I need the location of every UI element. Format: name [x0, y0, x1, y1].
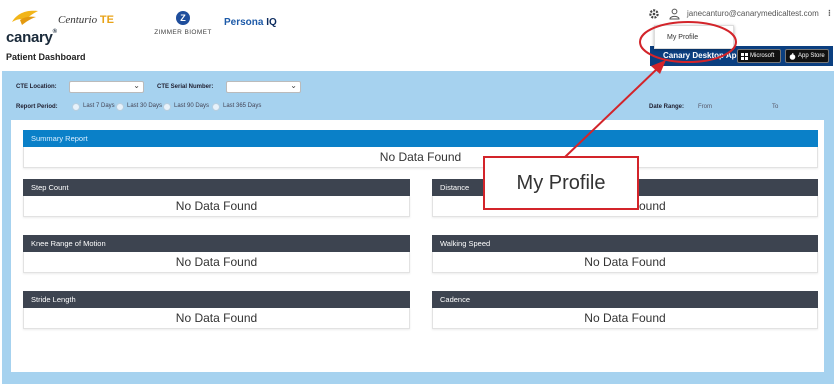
canary-bird-icon: [12, 10, 38, 25]
cadence-body: No Data Found: [432, 308, 818, 329]
summary-report-header: Summary Report: [23, 130, 818, 147]
radio-circle: [72, 103, 80, 111]
stride-length-body: No Data Found: [23, 308, 410, 329]
date-range-label: Date Range:: [649, 104, 685, 110]
zimmer-biomet-logo: Z ZIMMER BIOMET: [154, 11, 212, 36]
summary-report-body: No Data Found: [23, 147, 818, 168]
zimmer-mark-icon: Z: [176, 11, 190, 25]
stride-length-header: Stride Length: [23, 291, 410, 308]
gear-icon[interactable]: [648, 8, 660, 20]
chevron-down-icon: ⌄: [133, 81, 140, 90]
persona-iq-logo: Persona IQ: [224, 17, 277, 28]
microsoft-store-button[interactable]: Microsoft: [737, 49, 781, 63]
report-period-label: Report Period:: [16, 104, 58, 110]
chevron-down-icon: ⌄: [290, 81, 297, 90]
step-count-header: Step Count: [23, 179, 410, 196]
walking-speed-header: Walking Speed: [432, 235, 818, 252]
menu-item-my-profile[interactable]: My Profile: [667, 34, 698, 41]
radio-last-30-days[interactable]: Last 30 Days: [116, 103, 162, 111]
my-profile-callout: My Profile: [483, 156, 639, 210]
date-from-input[interactable]: From: [698, 104, 712, 110]
radio-last-365-days[interactable]: Last 365 Days: [212, 103, 261, 111]
cte-location-select[interactable]: ⌄: [69, 81, 144, 93]
page-title: Patient Dashboard: [6, 52, 86, 62]
centurio-logo: Centurio TE: [58, 14, 114, 26]
cte-location-label: CTE Location:: [16, 84, 57, 90]
date-to-input[interactable]: To: [772, 104, 778, 110]
radio-circle: [163, 103, 171, 111]
cadence-header: Cadence: [432, 291, 818, 308]
radio-last-7-days[interactable]: Last 7 Days: [72, 103, 115, 111]
user-email-link[interactable]: janecanturo@canarymedicaltest.com: [687, 9, 819, 18]
app-header: canary® Centurio TE Z ZIMMER BIOMET Pers…: [0, 0, 836, 70]
apple-icon: [789, 53, 796, 60]
step-count-body: No Data Found: [23, 196, 410, 217]
cte-serial-label: CTE Serial Number:: [157, 84, 214, 90]
radio-last-90-days[interactable]: Last 90 Days: [163, 103, 209, 111]
user-icon[interactable]: [669, 8, 680, 20]
canary-logo[interactable]: canary®: [6, 8, 57, 48]
more-options-icon[interactable]: ⁝: [828, 8, 831, 19]
knee-range-body: No Data Found: [23, 252, 410, 273]
canary-wordmark: canary®: [6, 29, 57, 46]
app-store-button[interactable]: App Store: [785, 49, 829, 63]
cte-serial-select[interactable]: ⌄: [226, 81, 301, 93]
knee-range-header: Knee Range of Motion: [23, 235, 410, 252]
windows-icon: [741, 53, 748, 60]
radio-circle: [212, 103, 220, 111]
user-dropdown-menu: My Profile: [654, 25, 734, 49]
walking-speed-body: No Data Found: [432, 252, 818, 273]
radio-circle: [116, 103, 124, 111]
